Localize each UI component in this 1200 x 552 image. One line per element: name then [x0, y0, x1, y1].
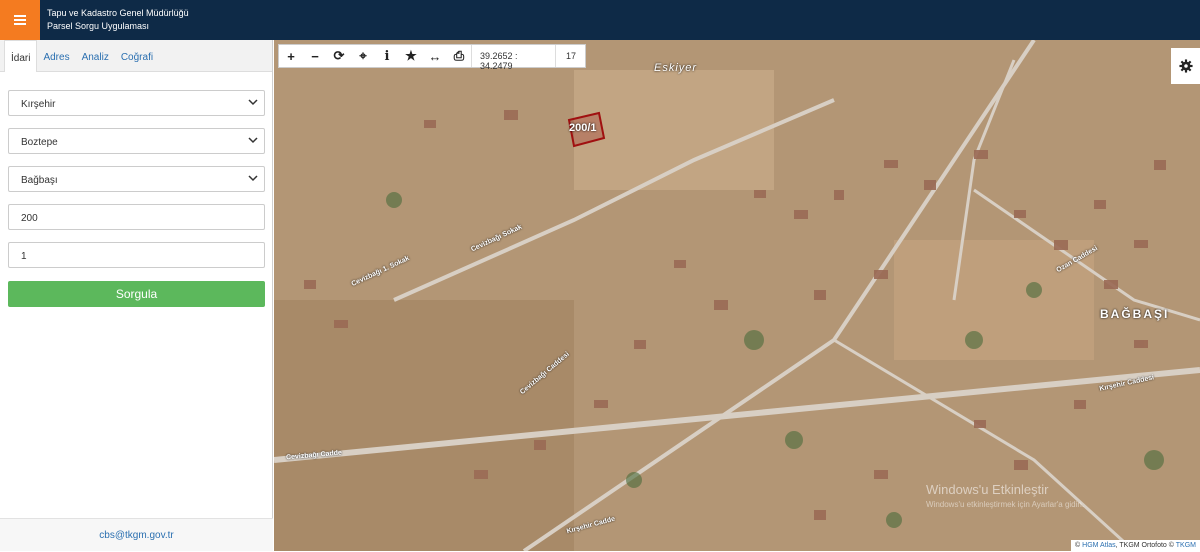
coordinate-readout: 39.2652 : 34.2479	[471, 45, 555, 71]
tab-idari[interactable]: İdari	[4, 40, 38, 72]
chevron-down-icon	[248, 99, 258, 106]
app-title: Tapu ve Kadastro Genel Müdürlüğü Parsel …	[47, 7, 189, 33]
refresh-icon: ⟳	[333, 48, 345, 63]
parcel-label[interactable]: 200/1	[569, 122, 597, 134]
top-bar: Tapu ve Kadastro Genel Müdürlüğü Parsel …	[0, 0, 1200, 40]
map-view[interactable]: 200/1 Eskiyer BAĞBAŞI Cevizbağı Sokak Ce…	[274, 40, 1200, 551]
app-title-line2: Parsel Sorgu Uygulaması	[47, 21, 150, 31]
attribution-tkgm-link[interactable]: TKGM	[1176, 542, 1196, 549]
info-icon: i	[384, 48, 390, 64]
district-value: Boztepe	[21, 137, 58, 148]
locate-button[interactable]: ⌖	[351, 45, 375, 67]
measure-icon: ↔	[428, 48, 442, 64]
attribution-ortofoto: TKGM Ortofoto	[1119, 542, 1167, 549]
neighborhood-value: Bağbaşı	[21, 175, 58, 186]
settings-button[interactable]	[1171, 48, 1200, 84]
parcel-input[interactable]: 1	[8, 242, 265, 268]
print-button[interactable]: ⎙	[447, 45, 471, 67]
windows-activation-title: Windows'u Etkinleştir	[926, 482, 1049, 497]
windows-activation-subtitle: Windows'u etkinleştirmek için Ayarlar'a …	[926, 500, 1085, 509]
tab-adres[interactable]: Adres	[37, 40, 75, 72]
gear-icon	[1178, 59, 1193, 73]
footer-email-link[interactable]: cbs@tkgm.gov.tr	[0, 518, 273, 551]
tab-cografi[interactable]: Coğrafi	[115, 40, 159, 72]
sidebar: İdari Adres Analiz Coğrafi Kırşehir Bozt…	[0, 40, 273, 551]
map-attribution: © HGM Atlas, TKGM Ortofoto © TKGM	[1071, 540, 1200, 551]
province-value: Kırşehir	[21, 99, 56, 110]
locate-icon: ⌖	[359, 48, 367, 63]
refresh-button[interactable]: ⟳	[327, 45, 351, 67]
zoom-out-button[interactable]: −	[303, 45, 327, 67]
zoom-out-icon: −	[311, 48, 319, 64]
hamburger-icon	[14, 15, 26, 25]
map-toolbar: + − ⟳ ⌖ i ★ ↔ ⎙ 39.2652 : 34.2479 17	[278, 44, 586, 71]
info-button[interactable]: i	[375, 45, 399, 67]
chevron-down-icon	[248, 137, 258, 144]
sidebar-tabs: İdari Adres Analiz Coğrafi	[0, 40, 272, 72]
province-select[interactable]: Kırşehir	[8, 90, 265, 116]
district-select[interactable]: Boztepe	[8, 128, 265, 154]
zoom-in-button[interactable]: +	[279, 45, 303, 67]
app-title-line1: Tapu ve Kadastro Genel Müdürlüğü	[47, 8, 189, 18]
star-icon: ★	[405, 48, 417, 63]
place-label-bagbasi: BAĞBAŞI	[1100, 307, 1170, 321]
neighborhood-select[interactable]: Bağbaşı	[8, 166, 265, 192]
favorite-button[interactable]: ★	[399, 45, 423, 67]
zoom-level: 17	[555, 45, 585, 67]
satellite-imagery	[274, 40, 1200, 551]
block-input[interactable]: 200	[8, 204, 265, 230]
place-label-eskiyer: Eskiyer	[654, 62, 698, 74]
attribution-hgm-link[interactable]: HGM Atlas	[1082, 542, 1115, 549]
tab-analiz[interactable]: Analiz	[76, 40, 115, 72]
hamburger-menu-button[interactable]	[0, 0, 40, 40]
zoom-in-icon: +	[287, 48, 295, 64]
measure-button[interactable]: ↔	[423, 45, 447, 67]
query-button[interactable]: Sorgula	[8, 281, 265, 307]
print-icon: ⎙	[453, 48, 465, 63]
chevron-down-icon	[248, 175, 258, 182]
